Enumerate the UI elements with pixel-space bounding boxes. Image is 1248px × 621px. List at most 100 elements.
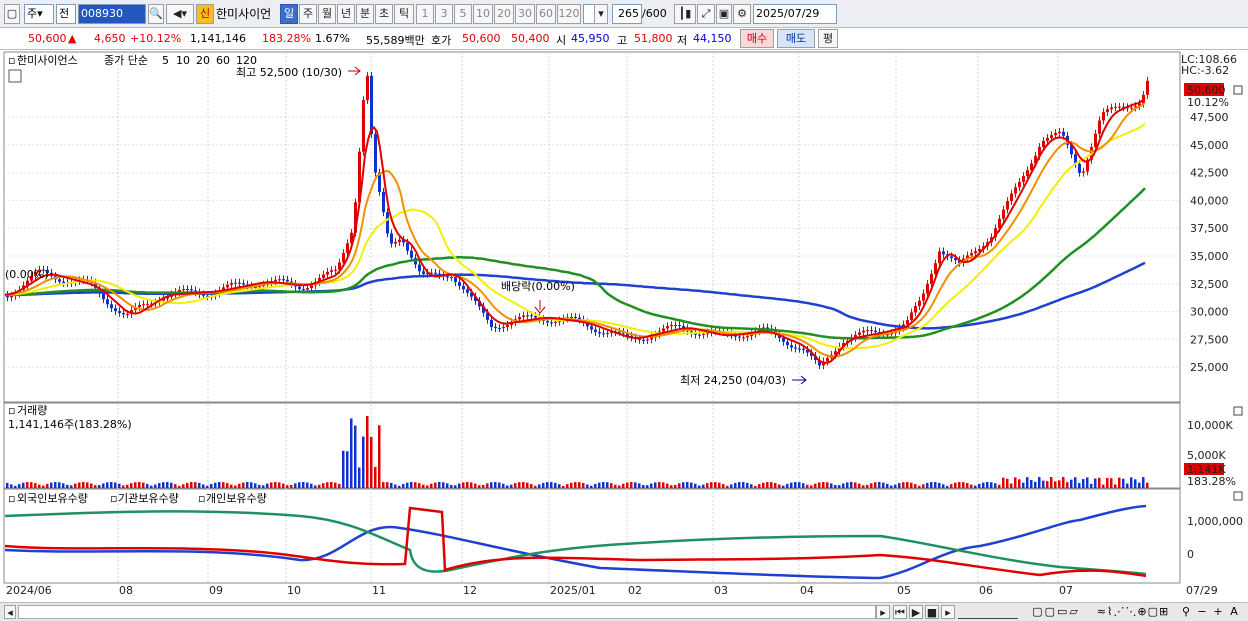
- candle-body: [1118, 106, 1121, 108]
- text-tool-icon[interactable]: A: [1228, 605, 1240, 619]
- zoom-slider[interactable]: [958, 605, 1018, 619]
- tab-minute[interactable]: 분: [356, 4, 374, 24]
- interval-3[interactable]: 3: [435, 4, 453, 24]
- legend-foreign: 외국인보유수량: [17, 492, 88, 505]
- volume-bar: [998, 484, 1001, 488]
- candle-body: [58, 279, 61, 282]
- candle-body: [826, 358, 829, 362]
- candle-body: [598, 332, 601, 334]
- interval-30[interactable]: 30: [515, 4, 535, 24]
- volume-bar: [658, 482, 661, 488]
- volume-bar: [494, 482, 497, 488]
- chart-area[interactable]: ▫ 한미사이언스 종가 단순 5 10 20 60 12 0 최고 52,500 …: [0, 50, 1248, 602]
- stock-code-input[interactable]: 008930: [78, 4, 146, 24]
- volume-bar: [566, 484, 569, 488]
- eval-button[interactable]: 평: [818, 29, 838, 48]
- volume-pane-close-icon[interactable]: [1233, 406, 1243, 416]
- candle-body: [794, 347, 797, 349]
- interval-60[interactable]: 60: [536, 4, 556, 24]
- candle-body: [142, 304, 145, 306]
- tab-month[interactable]: 월: [318, 4, 336, 24]
- candle-body: [1006, 201, 1009, 210]
- chart-svg[interactable]: ▫ 한미사이언스 종가 단순 5 10 20 60 12 0 최고 52,500 …: [0, 50, 1248, 602]
- volume-bar: [1118, 477, 1121, 488]
- scroll-right-icon[interactable]: ▸: [876, 605, 890, 619]
- volume-bar: [358, 467, 361, 488]
- volume-bar: [138, 482, 141, 488]
- volume-bar: [150, 485, 153, 488]
- speaker-icon[interactable]: ◀▾: [166, 4, 194, 24]
- volume-bar: [986, 482, 989, 488]
- search-icon[interactable]: 🔍: [148, 4, 164, 24]
- line-tools-icon[interactable]: ≈⌇⋰⋱⊕▢⊞: [1088, 605, 1178, 619]
- volume-bar: [914, 484, 917, 488]
- volume-bar: [126, 484, 129, 488]
- table-icon[interactable]: [8, 69, 22, 83]
- price-pane-border: [3, 51, 1181, 403]
- scroll-left-icon[interactable]: ◂: [4, 605, 16, 619]
- volume-bar: [706, 483, 709, 488]
- minus-icon[interactable]: −: [1196, 605, 1208, 619]
- tab-second[interactable]: 초: [375, 4, 393, 24]
- interval-120[interactable]: 120: [557, 4, 581, 24]
- candle-body: [1018, 181, 1021, 188]
- candle-body: [862, 330, 865, 333]
- scroll-track[interactable]: [18, 605, 876, 619]
- candle-icon[interactable]: ┃▮: [674, 4, 696, 24]
- hc-value: HC:-3.62: [1181, 64, 1229, 77]
- interval-20[interactable]: 20: [494, 4, 514, 24]
- volume-bar: [418, 483, 421, 488]
- candle-body: [1062, 131, 1065, 136]
- line-tool-icon[interactable]: ⤢: [697, 4, 715, 24]
- tab-year[interactable]: 년: [337, 4, 355, 24]
- price-axis-ticks: 47,500 45,000 42,500 40,000 37,500 35,000 32,5…: [1190, 111, 1229, 374]
- open-label: 시: [556, 34, 567, 47]
- chevron-down-icon[interactable]: ▾: [594, 4, 608, 24]
- high-note: 최고 52,500 (10/30): [236, 66, 342, 79]
- volume-bar: [734, 482, 737, 488]
- volume-bar: [1062, 477, 1065, 488]
- volume-bar: [142, 482, 145, 488]
- forward-icon[interactable]: ▸: [941, 605, 955, 619]
- open-price: 45,950: [571, 32, 610, 45]
- candle-body: [802, 348, 805, 350]
- pane-close-icon[interactable]: [1233, 85, 1243, 95]
- tab-day[interactable]: 일: [280, 4, 298, 24]
- interval-1[interactable]: 1: [416, 4, 434, 24]
- volume-bar: [594, 483, 597, 488]
- interval-10[interactable]: 10: [473, 4, 493, 24]
- rewind-icon[interactable]: ⏮: [893, 605, 907, 619]
- buy-button[interactable]: 매수: [740, 29, 774, 48]
- candle-body: [1014, 187, 1017, 194]
- candle-body: [346, 243, 349, 253]
- volume-bar: [822, 482, 825, 488]
- candle-body: [406, 242, 409, 251]
- window-icon[interactable]: ▢: [4, 4, 20, 24]
- zoom-icon[interactable]: ⚲: [1180, 605, 1192, 619]
- count-input[interactable]: 265: [612, 4, 642, 24]
- candle-body: [1110, 107, 1113, 110]
- volume-bar: [674, 484, 677, 488]
- volume-bar: [726, 485, 729, 488]
- scroll-bar[interactable]: ◂ ▸ ⏮ ▶ ■ ▸ ▢▢▭▱ ≈⌇⋰⋱⊕▢⊞ ⚲ − + A: [0, 602, 1248, 621]
- save-icon[interactable]: ▣: [716, 4, 732, 24]
- candle-body: [1046, 137, 1049, 141]
- tab-tick[interactable]: 틱: [394, 4, 414, 24]
- type-select[interactable]: 주▾: [24, 4, 54, 24]
- gear-icon[interactable]: ⚙: [733, 4, 751, 24]
- period-select[interactable]: 전: [56, 4, 76, 24]
- date-input[interactable]: 2025/07/29: [753, 4, 837, 24]
- stop-icon[interactable]: ■: [925, 605, 939, 619]
- tab-week[interactable]: 주: [299, 4, 317, 24]
- candle-body: [870, 330, 873, 332]
- volume-bar: [818, 482, 821, 488]
- play-icon[interactable]: ▶: [909, 605, 923, 619]
- volume-bar: [1018, 479, 1021, 488]
- volume-bar: [994, 483, 997, 488]
- interval-5[interactable]: 5: [454, 4, 472, 24]
- holding-pane-close-icon[interactable]: [1233, 491, 1243, 501]
- volume-bar: [254, 483, 257, 488]
- drawing-tools-icon[interactable]: ▢▢▭▱: [1026, 605, 1086, 619]
- plus-icon[interactable]: +: [1212, 605, 1224, 619]
- sell-button[interactable]: 매도: [777, 29, 815, 48]
